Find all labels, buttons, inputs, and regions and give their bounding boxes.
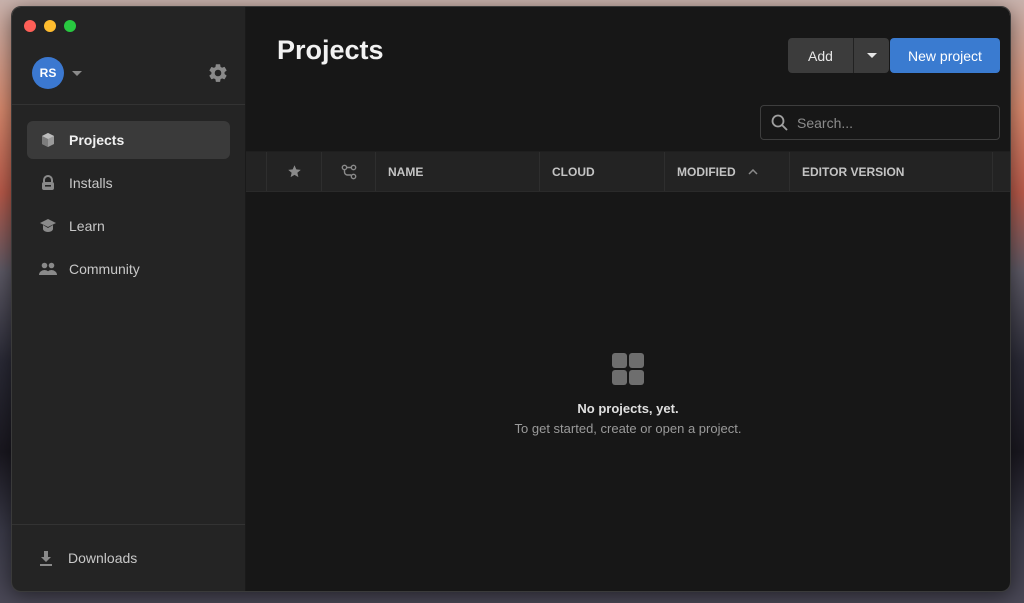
sidebar-item-downloads[interactable]: Downloads [12,524,245,591]
empty-state-subtitle: To get started, create or open a project… [514,421,742,436]
sidebar-item-label: Installs [69,175,113,191]
search-box[interactable] [760,105,1000,140]
column-name-label: NAME [388,164,424,179]
column-modified-label: MODIFIED [677,164,736,179]
column-name[interactable]: NAME [376,152,540,191]
search-icon [771,114,788,131]
sidebar-item-label: Community [69,261,140,277]
main-content: Projects Add New project NAME CLOUD [246,7,1010,591]
column-editor-version-label: EDITOR VERSION [802,164,905,179]
cube-icon [39,131,57,149]
column-spacer [246,152,267,191]
column-cloud[interactable]: CLOUD [540,152,665,191]
close-window-button[interactable] [24,20,36,32]
grid-icon [612,353,644,385]
search-input[interactable] [797,114,977,131]
account-menu-button[interactable]: RS [32,57,82,89]
column-spacer [993,152,1010,191]
sidebar-divider [12,104,245,105]
add-button[interactable]: Add [788,38,854,73]
minimize-window-button[interactable] [44,20,56,32]
column-favorite[interactable] [267,152,322,191]
new-project-button[interactable]: New project [890,38,1000,73]
sidebar-item-label: Projects [69,132,125,148]
star-icon [287,165,301,178]
column-editor-version[interactable]: EDITOR VERSION [790,152,993,191]
empty-state-title: No projects, yet. [577,401,679,416]
chevron-down-icon [866,53,877,58]
download-icon [37,549,55,567]
page-title: Projects [277,35,384,65]
sidebar-item-learn[interactable]: Learn [27,207,230,245]
add-button-group: Add [788,38,889,73]
column-modified[interactable]: MODIFIED [665,152,790,191]
table-header: NAME CLOUD MODIFIED EDITOR VERSION [246,151,1010,192]
graduation-cap-icon [39,217,57,235]
gear-icon[interactable] [207,62,229,84]
lock-icon [39,174,57,192]
column-version-control[interactable] [322,152,376,191]
sidebar: RS Projects Installs Learn Community Dow… [12,7,246,591]
empty-state: No projects, yet. To get started, create… [246,353,1010,436]
sort-ascending-icon [748,168,758,175]
sidebar-item-projects[interactable]: Projects [27,121,230,159]
sidebar-item-community[interactable]: Community [27,250,230,288]
column-cloud-label: CLOUD [552,164,595,179]
maximize-window-button[interactable] [64,20,76,32]
sidebar-item-installs[interactable]: Installs [27,164,230,202]
sidebar-item-label: Learn [69,218,105,234]
app-window: RS Projects Installs Learn Community Dow… [11,6,1011,592]
sidebar-nav: Projects Installs Learn Community [27,121,230,293]
add-dropdown-button[interactable] [854,38,889,73]
sidebar-item-label: Downloads [68,550,138,566]
avatar[interactable]: RS [32,57,64,89]
people-icon [39,260,57,278]
branch-icon [341,164,356,179]
account-row: RS [32,57,229,89]
chevron-down-icon [72,70,82,76]
window-controls [24,20,76,32]
